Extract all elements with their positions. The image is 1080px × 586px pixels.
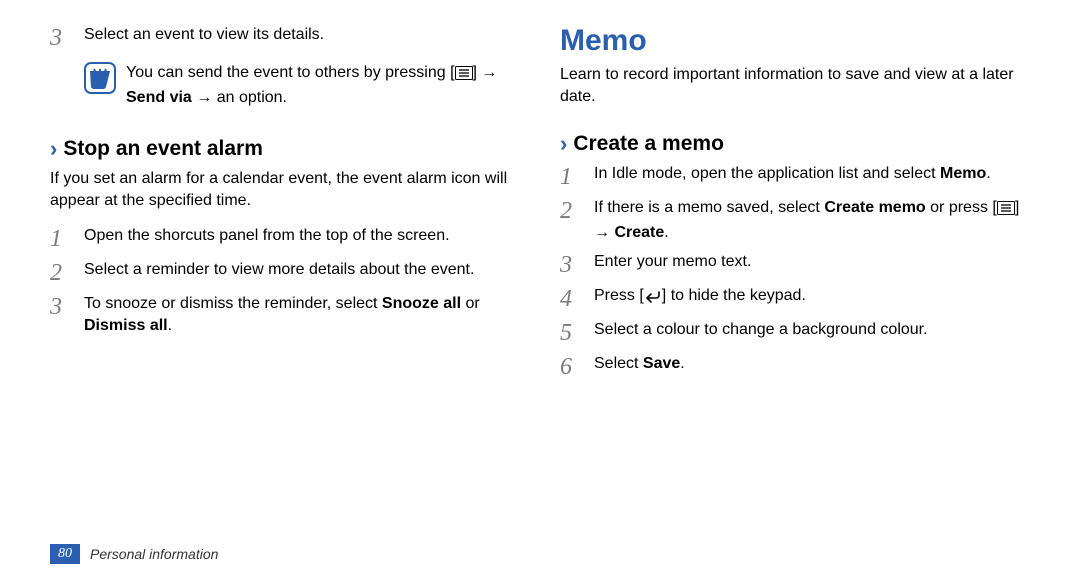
step-row: 2 If there is a memo saved, select Creat…	[560, 197, 1030, 243]
step-text: Select a reminder to view more details a…	[84, 259, 520, 281]
step-row: 3 To snooze or dismiss the reminder, sel…	[50, 293, 520, 336]
step-number: 3	[560, 251, 594, 277]
subsection-description: If you set an alarm for a calendar event…	[50, 168, 520, 211]
step-text: To snooze or dismiss the reminder, selec…	[84, 293, 520, 336]
step-row: 4 Press [] to hide the keypad.	[560, 285, 1030, 311]
menu-key-icon	[997, 200, 1015, 222]
note-icon	[84, 62, 116, 94]
chevron-icon: ›	[50, 136, 57, 161]
step-number: 2	[50, 259, 84, 285]
step-number: 3	[50, 293, 84, 319]
page-body: 3 Select an event to view its details. Y…	[0, 0, 1080, 520]
step-row: 1 In Idle mode, open the application lis…	[560, 163, 1030, 189]
step-text: If there is a memo saved, select Create …	[594, 197, 1030, 243]
left-column: 3 Select an event to view its details. Y…	[50, 24, 520, 520]
step-row: 3 Select an event to view its details.	[50, 24, 520, 50]
step-text: Press [] to hide the keypad.	[594, 285, 1030, 310]
step-number: 5	[560, 319, 594, 345]
step-number: 6	[560, 353, 594, 379]
step-text: Open the shorcuts panel from the top of …	[84, 225, 520, 247]
subsection-heading: ›Create a memo	[560, 131, 1030, 157]
note-block: You can send the event to others by pres…	[84, 62, 520, 108]
step-number: 2	[560, 197, 594, 223]
step-number: 1	[560, 163, 594, 189]
step-number: 4	[560, 285, 594, 311]
step-text: Select an event to view its details.	[84, 24, 520, 46]
page-number: 80	[50, 544, 80, 564]
page-footer: 80 Personal information	[50, 544, 218, 564]
step-row: 2 Select a reminder to view more details…	[50, 259, 520, 285]
step-text: In Idle mode, open the application list …	[594, 163, 1030, 185]
section-title: Memo	[560, 24, 1030, 58]
section-description: Learn to record important information to…	[560, 64, 1030, 107]
step-number: 3	[50, 24, 84, 50]
back-key-icon	[644, 288, 662, 310]
subsection-heading: ›Stop an event alarm	[50, 136, 520, 162]
step-row: 6 Select Save.	[560, 353, 1030, 379]
menu-key-icon	[455, 65, 473, 87]
step-text: Enter your memo text.	[594, 251, 1030, 273]
right-column: Memo Learn to record important informati…	[560, 24, 1030, 520]
step-row: 5 Select a colour to change a background…	[560, 319, 1030, 345]
step-row: 1 Open the shorcuts panel from the top o…	[50, 225, 520, 251]
step-number: 1	[50, 225, 84, 251]
chapter-name: Personal information	[90, 546, 218, 562]
step-text: Select Save.	[594, 353, 1030, 375]
note-text: You can send the event to others by pres…	[126, 62, 520, 108]
step-row: 3 Enter your memo text.	[560, 251, 1030, 277]
chevron-icon: ›	[560, 131, 567, 156]
step-text: Select a colour to change a background c…	[594, 319, 1030, 341]
